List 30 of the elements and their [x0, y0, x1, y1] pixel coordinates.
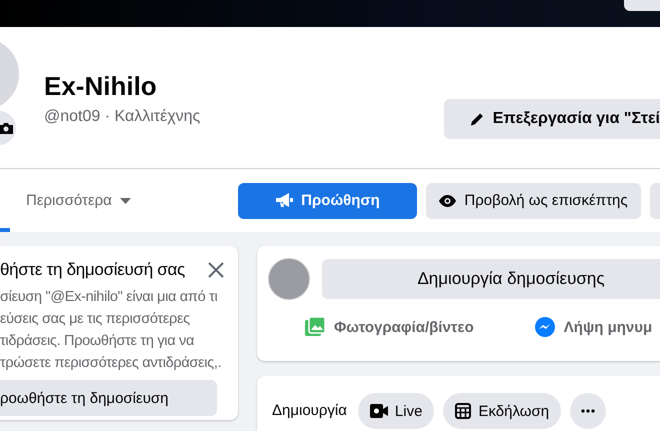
promo-title: θήστε τη δημοσίευσή σας [0, 260, 185, 280]
live-button[interactable]: Live [358, 393, 434, 429]
promo-text: σίευση "@Ex-nihilo" είναι μια από τι εύσεις σας με τις περισσότερες τιδράσεις. Προωθήστε τη για να τρώσετε περισσότερες αντιδράσεις,. [0, 288, 222, 373]
more-tab[interactable]: Περισσότερα [26, 192, 131, 209]
edit-button[interactable]: Επεξεργασία για "Στεί [444, 99, 660, 139]
create-label: Δημιουργία [272, 401, 347, 421]
promote-post-button[interactable]: ροωθήστε τη δημοσίευση [0, 380, 217, 416]
caret-icon [120, 198, 131, 204]
photo-icon [304, 316, 326, 338]
view-as-visitor-button[interactable]: Προβολή ως επισκέπτης [426, 182, 641, 218]
close-icon[interactable] [208, 262, 224, 278]
pencil-icon [470, 111, 485, 127]
messenger-button[interactable]: Λήψη μηνυμ [534, 316, 652, 338]
user-avatar [268, 258, 310, 300]
cover-button[interactable] [624, 0, 660, 11]
more-button[interactable] [570, 393, 606, 429]
calendar-icon [455, 403, 472, 419]
page-subtitle: @not09 · Καλλιτέχνης [44, 108, 200, 126]
active-tab-indicator [0, 228, 10, 232]
create-post-button[interactable]: Δημιουργία δημοσίευσης [322, 259, 660, 299]
page-name: Ex-Nihilo [44, 71, 158, 102]
camera-icon [0, 122, 13, 134]
promote-button[interactable]: Προώθηση [238, 182, 417, 218]
eye-icon [439, 194, 456, 206]
more-icon [581, 409, 596, 413]
event-button[interactable]: Εκδήλωση [443, 393, 562, 429]
photo-video-button[interactable]: Φωτογραφία/βίντεο [304, 316, 474, 338]
video-camera-icon [370, 404, 388, 418]
messenger-icon [534, 316, 556, 338]
megaphone-icon [275, 193, 294, 208]
